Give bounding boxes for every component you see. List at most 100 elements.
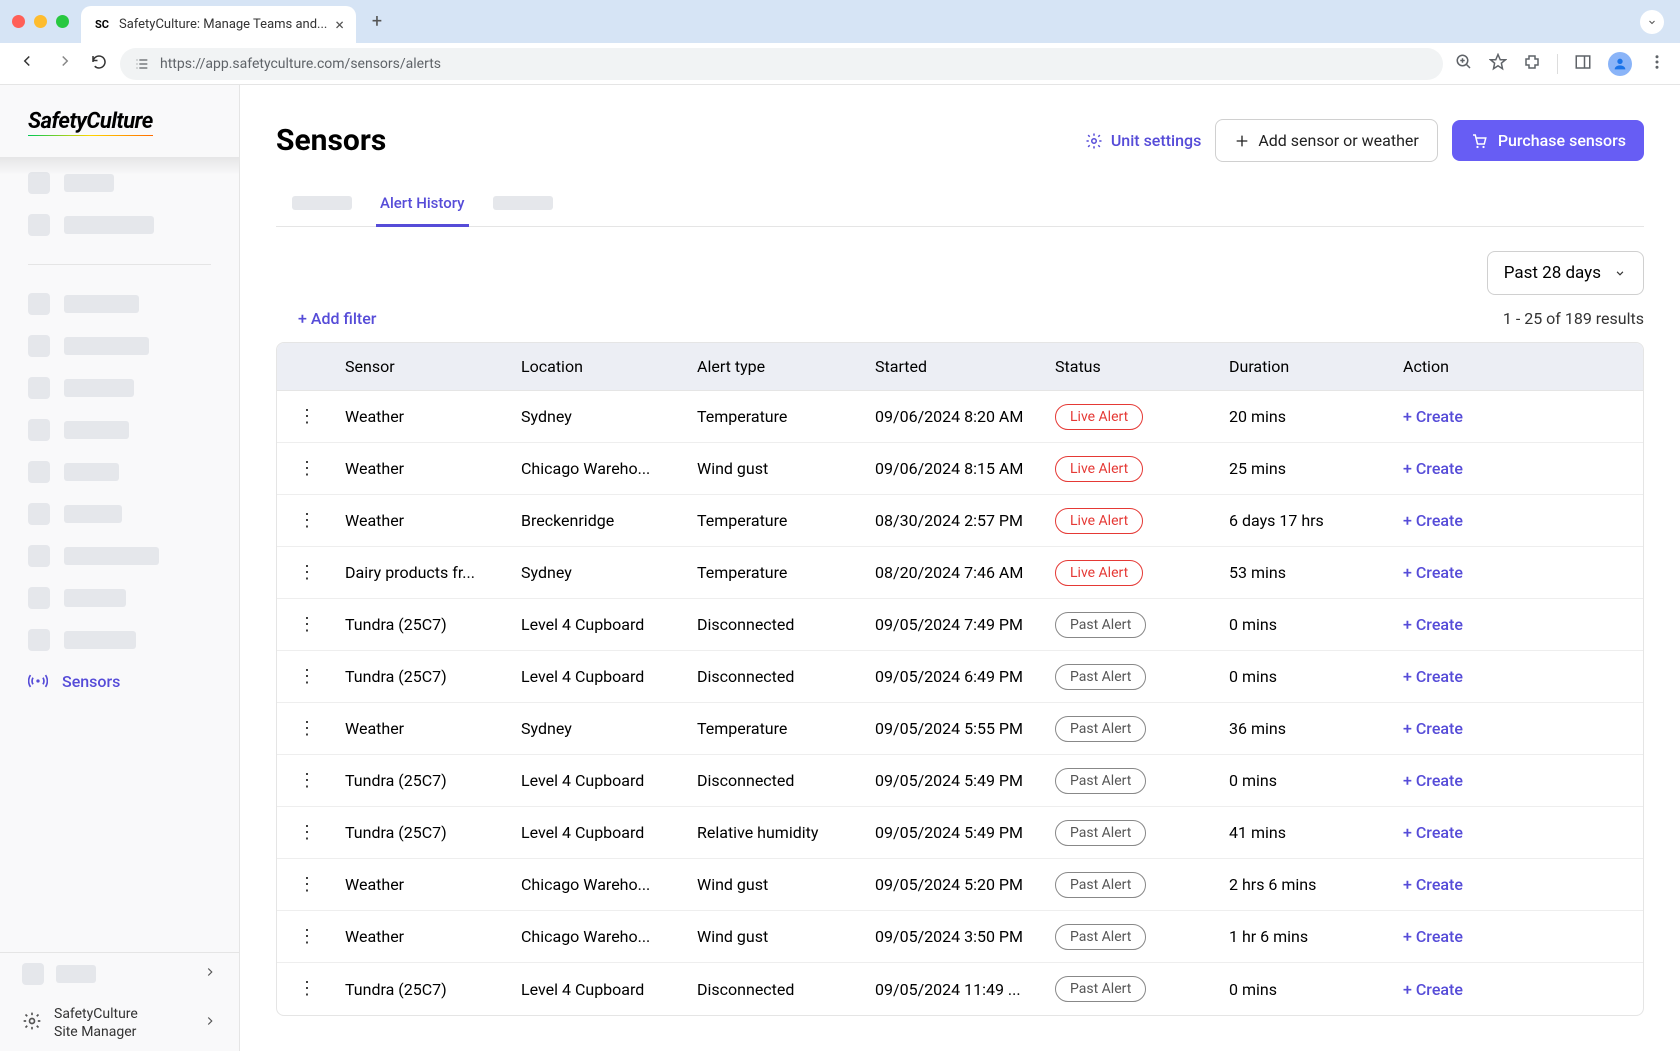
create-action-link[interactable]: + Create (1403, 459, 1463, 478)
cell-started: 09/05/2024 6:49 PM (867, 667, 1047, 686)
create-action-link[interactable]: + Create (1403, 615, 1463, 634)
tab-alert-history[interactable]: Alert History (376, 182, 469, 227)
cell-status: Past Alert (1047, 664, 1221, 690)
tab-skeleton (493, 196, 553, 210)
tab-close-icon[interactable]: × (335, 15, 344, 34)
cell-status: Past Alert (1047, 872, 1221, 898)
cell-status: Past Alert (1047, 976, 1221, 1002)
cell-duration: 41 mins (1221, 823, 1395, 842)
create-action-link[interactable]: + Create (1403, 719, 1463, 738)
cell-duration: 0 mins (1221, 771, 1395, 790)
cell-duration: 20 mins (1221, 407, 1395, 426)
cell-type: Wind gust (689, 927, 867, 946)
gear-icon (1085, 132, 1103, 150)
cell-duration: 2 hrs 6 mins (1221, 875, 1395, 894)
cell-status: Live Alert (1047, 404, 1221, 430)
zoom-icon[interactable] (1455, 53, 1473, 75)
row-menu-icon[interactable]: ⋮ (298, 876, 316, 894)
window-close[interactable] (12, 15, 25, 28)
menu-icon[interactable] (1648, 53, 1666, 75)
add-filter-button[interactable]: + Add filter (298, 309, 376, 328)
row-menu-icon[interactable]: ⋮ (298, 408, 316, 426)
status-badge: Past Alert (1055, 924, 1146, 950)
row-menu-icon[interactable]: ⋮ (298, 616, 316, 634)
cell-sensor: Tundra (25C7) (337, 980, 513, 999)
create-action-link[interactable]: + Create (1403, 875, 1463, 894)
new-tab-button[interactable]: + (372, 11, 382, 32)
logo[interactable]: SafetyCulture (0, 85, 239, 154)
browser-tab[interactable]: SC SafetyCulture: Manage Teams and... × (81, 6, 356, 43)
cell-location: Level 4 Cupboard (513, 667, 689, 686)
cell-sensor: Weather (337, 927, 513, 946)
cell-location: Level 4 Cupboard (513, 615, 689, 634)
window-minimize[interactable] (34, 15, 47, 28)
chevron-right-icon (203, 1013, 217, 1032)
role-name: Site Manager (54, 1023, 191, 1041)
profile-avatar[interactable] (1608, 52, 1632, 76)
th-sensor: Sensor (337, 357, 513, 376)
cell-sensor: Tundra (25C7) (337, 667, 513, 686)
cell-started: 09/06/2024 8:20 AM (867, 407, 1047, 426)
sidebar-skeleton (0, 535, 239, 577)
table-row: ⋮Tundra (25C7)Level 4 CupboardDisconnect… (277, 599, 1643, 651)
row-menu-icon[interactable]: ⋮ (298, 928, 316, 946)
cell-duration: 0 mins (1221, 980, 1395, 999)
create-action-link[interactable]: + Create (1403, 823, 1463, 842)
row-menu-icon[interactable]: ⋮ (298, 720, 316, 738)
sidebar-skeleton (0, 325, 239, 367)
status-badge: Live Alert (1055, 560, 1143, 586)
sidebar-item-sensors[interactable]: Sensors (0, 661, 239, 701)
cell-sensor: Weather (337, 719, 513, 738)
chevron-down-icon (1646, 16, 1658, 28)
row-menu-icon[interactable]: ⋮ (298, 772, 316, 790)
sidebar-skeleton (0, 493, 239, 535)
row-menu-icon[interactable]: ⋮ (298, 460, 316, 478)
star-icon[interactable] (1489, 53, 1507, 75)
row-menu-icon[interactable]: ⋮ (298, 980, 316, 998)
url-bar[interactable]: https://app.safetyculture.com/sensors/al… (120, 48, 1443, 80)
nav-back[interactable] (14, 52, 40, 75)
add-sensor-button[interactable]: Add sensor or weather (1215, 119, 1437, 162)
sidebar-bottom-skeleton[interactable] (0, 953, 239, 995)
cell-location: Sydney (513, 407, 689, 426)
cell-duration: 53 mins (1221, 563, 1395, 582)
create-action-link[interactable]: + Create (1403, 407, 1463, 426)
create-action-link[interactable]: + Create (1403, 511, 1463, 530)
cell-started: 09/05/2024 5:55 PM (867, 719, 1047, 738)
reload-button[interactable] (90, 53, 108, 75)
cell-type: Temperature (689, 719, 867, 738)
cell-location: Chicago Wareho... (513, 875, 689, 894)
row-menu-icon[interactable]: ⋮ (298, 668, 316, 686)
row-menu-icon[interactable]: ⋮ (298, 512, 316, 530)
create-action-link[interactable]: + Create (1403, 980, 1463, 999)
window-maximize[interactable] (56, 15, 69, 28)
cell-type: Temperature (689, 511, 867, 530)
unit-settings-button[interactable]: Unit settings (1085, 131, 1202, 150)
row-menu-icon[interactable]: ⋮ (298, 564, 316, 582)
browser-toolbar: https://app.safetyculture.com/sensors/al… (0, 43, 1680, 85)
extensions-icon[interactable] (1523, 53, 1541, 75)
nav-forward[interactable] (52, 52, 78, 75)
browser-tab-strip: SC SafetyCulture: Manage Teams and... × … (0, 0, 1680, 43)
create-action-link[interactable]: + Create (1403, 563, 1463, 582)
create-action-link[interactable]: + Create (1403, 667, 1463, 686)
toolbar-divider (1557, 54, 1558, 74)
purchase-sensors-button[interactable]: Purchase sensors (1452, 120, 1644, 161)
cell-duration: 1 hr 6 mins (1221, 927, 1395, 946)
cell-sensor: Tundra (25C7) (337, 771, 513, 790)
th-location: Location (513, 357, 689, 376)
sidepanel-icon[interactable] (1574, 53, 1592, 75)
tabs-overflow[interactable] (1640, 10, 1664, 34)
tab-favicon: SC (93, 16, 111, 34)
create-action-link[interactable]: + Create (1403, 771, 1463, 790)
cell-status: Past Alert (1047, 612, 1221, 638)
sidebar-account-switcher[interactable]: SafetyCulture Site Manager (0, 995, 239, 1051)
row-menu-icon[interactable]: ⋮ (298, 824, 316, 842)
create-action-link[interactable]: + Create (1403, 927, 1463, 946)
window-controls (12, 15, 69, 28)
sidebar-skeleton (0, 367, 239, 409)
date-range-filter[interactable]: Past 28 days (1487, 251, 1644, 295)
cell-started: 08/30/2024 2:57 PM (867, 511, 1047, 530)
cell-location: Level 4 Cupboard (513, 980, 689, 999)
table-row: ⋮Tundra (25C7)Level 4 CupboardDisconnect… (277, 755, 1643, 807)
